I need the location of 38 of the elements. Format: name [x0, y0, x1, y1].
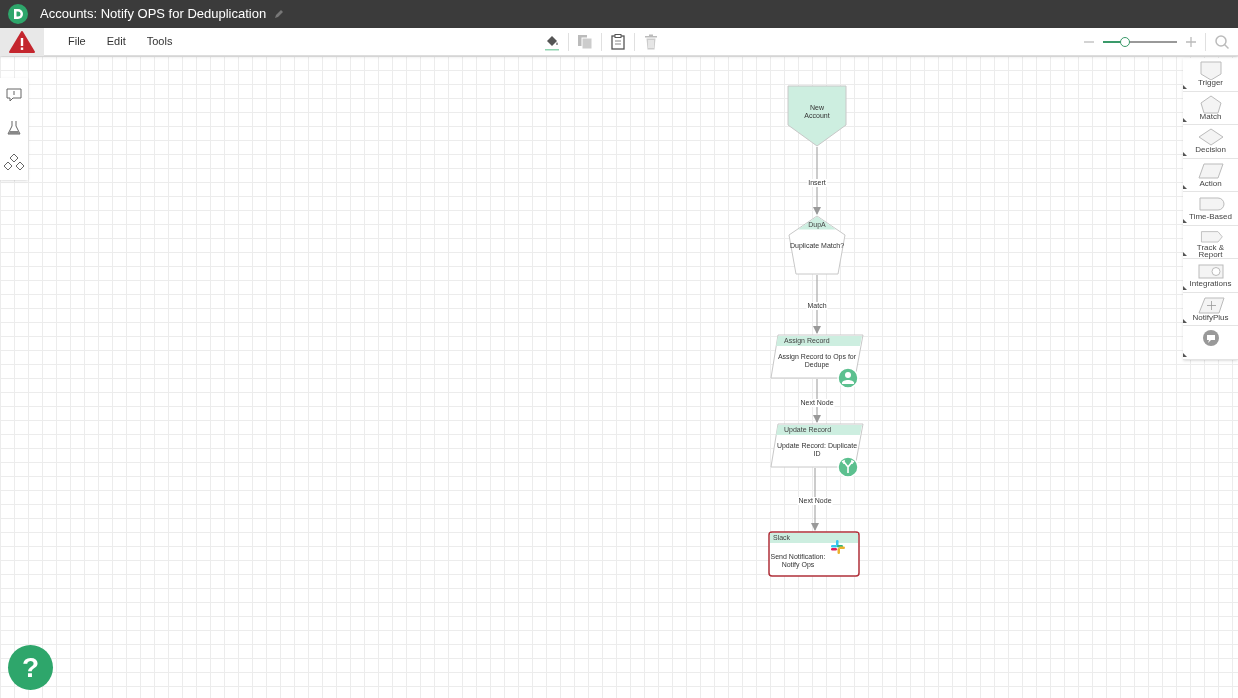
slack-logo-icon — [831, 540, 845, 554]
copy-icon[interactable] — [577, 33, 594, 50]
zoom-in-icon[interactable] — [1185, 35, 1197, 48]
slider-thumb[interactable] — [1120, 36, 1131, 47]
palette-label: NotifyPlus — [1192, 313, 1229, 321]
palette-label: Action — [1199, 179, 1222, 187]
palette-label: Match — [1199, 112, 1222, 120]
plus-parallelogram-icon[interactable] — [1196, 295, 1225, 315]
action-node[interactable] — [770, 334, 864, 379]
person-badge-icon — [837, 367, 859, 389]
rounded-tab-icon[interactable] — [1196, 195, 1225, 214]
shapes-icon[interactable] — [3, 153, 25, 172]
search-icon[interactable] — [1214, 33, 1230, 50]
trigger-node[interactable] — [787, 85, 847, 147]
pencil-icon[interactable] — [274, 9, 285, 19]
branch-badge-icon — [837, 456, 859, 478]
menu-item[interactable]: Tools — [146, 33, 173, 50]
trash-icon[interactable] — [644, 33, 659, 50]
diamond-icon[interactable] — [1196, 128, 1225, 147]
comment-icon[interactable] — [6, 86, 22, 103]
flask-icon[interactable] — [6, 120, 22, 136]
action-node[interactable] — [770, 423, 864, 468]
window-title: Accounts: Notify OPS for Deduplication — [40, 5, 267, 24]
logo-icon — [8, 4, 28, 24]
palette-label: Time-Based — [1189, 213, 1232, 220]
menu-item[interactable]: File — [68, 33, 86, 50]
toggle-shape-icon[interactable] — [1196, 262, 1225, 281]
menu-item[interactable]: Edit — [106, 33, 126, 50]
palette-label: Decision — [1195, 146, 1226, 153]
palette-label: Track & Report — [1196, 244, 1225, 258]
zoom-slider[interactable] — [1103, 35, 1177, 48]
clipboard-icon[interactable] — [611, 33, 626, 50]
notification-node[interactable] — [768, 531, 860, 577]
parallelogram-icon[interactable] — [1196, 161, 1225, 181]
match-node[interactable] — [788, 215, 846, 275]
palette-label: Trigger — [1197, 79, 1223, 86]
warning-icon[interactable] — [9, 30, 35, 53]
palette-label: Integrations — [1189, 280, 1232, 287]
